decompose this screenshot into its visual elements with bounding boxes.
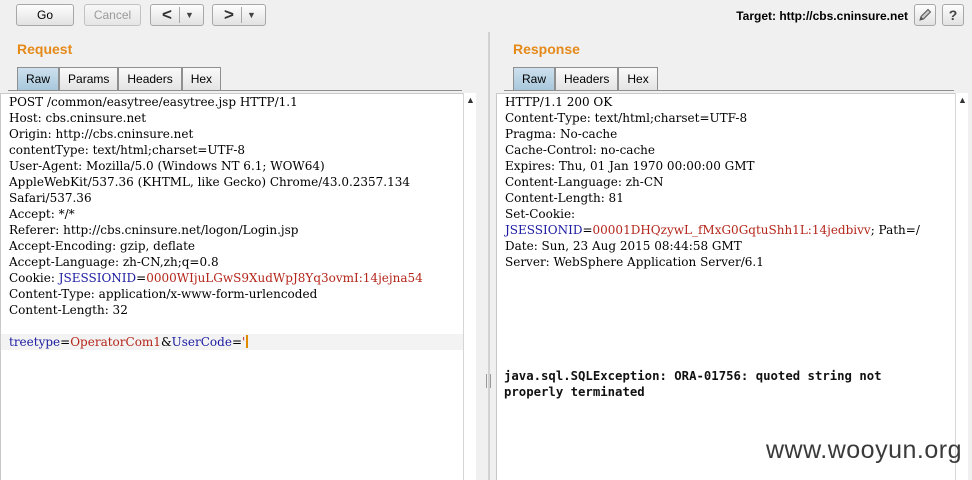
request-tab-params[interactable]: Params (59, 67, 119, 90)
forward-history-dropdown-icon[interactable]: ▼ (247, 10, 256, 20)
response-tab-raw[interactable]: Raw (513, 67, 556, 90)
param-key: treetype (9, 335, 61, 349)
response-editor[interactable]: HTTP/1.1 200 OK Content-Type: text/html;… (496, 93, 957, 480)
edit-target-button[interactable] (914, 4, 936, 26)
request-tab-raw[interactable]: Raw (17, 67, 60, 90)
cookie-value: 0000WIjuLGwS9XudWpJ8Yq3ovmI:14jejna54 (146, 271, 423, 285)
request-line: AppleWebKit/537.36 (KHTML, like Gecko) C… (9, 175, 411, 189)
request-scrollbar[interactable]: ▲ (463, 93, 476, 480)
response-scrollbar[interactable]: ▲ (955, 93, 968, 480)
error-line: java.sql.SQLException: ORA-01756: quoted… (504, 369, 882, 383)
splitter-grip-icon[interactable] (486, 374, 491, 388)
help-button[interactable]: ? (942, 4, 964, 26)
request-cookie-line: Cookie: JSESSIONID=0000WIjuLGwS9XudWpJ8Y… (1, 270, 465, 286)
request-line: Safari/537.36 (9, 191, 92, 205)
watermark: www.wooyun.org (766, 436, 962, 464)
response-line: Server: WebSphere Application Server/6.1 (505, 255, 764, 269)
go-button[interactable]: Go (16, 4, 74, 26)
cookie-value: 00001DHQzywL_fMxG0GqtuShh1L:14jedbivv (592, 223, 871, 237)
param-value: OperatorCom1 (70, 335, 161, 349)
param-separator: & (160, 335, 172, 349)
help-icon: ? (948, 7, 958, 23)
chevron-left-icon: < (162, 5, 172, 24)
request-line: Referer: http://cbs.cninsure.net/logon/L… (9, 223, 299, 237)
forward-button[interactable]: > ▼ (212, 4, 266, 26)
request-editor[interactable]: POST /common/easytree/easytree.jsp HTTP/… (0, 93, 465, 480)
request-line: Origin: http://cbs.cninsure.net (9, 127, 194, 141)
request-tabs: Raw Params Headers Hex (17, 67, 222, 90)
target-label: Target: http://cbs.cninsure.net (736, 9, 908, 23)
divider (8, 90, 462, 91)
request-title: Request (17, 41, 73, 57)
param-equals: = (231, 335, 242, 349)
back-history-dropdown-icon[interactable]: ▼ (185, 10, 194, 20)
param-key: UserCode (171, 335, 232, 349)
response-line: Set-Cookie: (505, 207, 576, 221)
divider (241, 7, 242, 23)
request-line: Content-Type: application/x-www-form-url… (9, 287, 318, 301)
response-line: Content-Length: 81 (505, 191, 624, 205)
request-line: Host: cbs.cninsure.net (9, 111, 147, 125)
response-cookie-line: JSESSIONID=00001DHQzywL_fMxG0GqtuShh1L:1… (497, 222, 957, 238)
request-tab-headers[interactable]: Headers (118, 67, 182, 90)
response-line: Expires: Thu, 01 Jan 1970 00:00:00 GMT (505, 159, 755, 173)
divider (488, 32, 490, 480)
cookie-header-name: Cookie: (9, 271, 59, 285)
response-line: Content-Language: zh-CN (505, 175, 664, 189)
toolbar: Go Cancel < ▼ > ▼ Target: http://cbs.cni… (0, 0, 972, 32)
pane-splitter[interactable] (480, 32, 494, 480)
request-line (1, 318, 465, 334)
request-line: Accept-Encoding: gzip, deflate (9, 239, 196, 253)
request-line: Accept: */* (9, 207, 75, 221)
chevron-right-icon: > (224, 5, 234, 24)
response-line: HTTP/1.1 200 OK (505, 95, 613, 109)
response-line: Cache-Control: no-cache (505, 143, 655, 157)
divider (179, 7, 180, 23)
response-line: Pragma: No-cache (505, 127, 618, 141)
response-text: HTTP/1.1 200 OK Content-Type: text/html;… (497, 94, 957, 270)
cookie-key: JSESSIONID (505, 223, 583, 237)
cookie-path: ; Path=/ (870, 223, 920, 237)
sql-error-message: java.sql.SQLException: ORA-01756: quoted… (504, 368, 882, 400)
cookie-key: JSESSIONID (58, 271, 137, 285)
request-line: Accept-Language: zh-CN,zh;q=0.8 (9, 255, 219, 269)
response-tabs: Raw Headers Hex (513, 67, 658, 90)
param-value: ' (242, 335, 246, 349)
response-line: Content-Type: text/html;charset=UTF-8 (505, 111, 748, 125)
scroll-up-icon[interactable]: ▲ (464, 95, 477, 105)
request-text: POST /common/easytree/easytree.jsp HTTP/… (1, 94, 465, 350)
request-line: POST /common/easytree/easytree.jsp HTTP/… (9, 95, 298, 109)
cookie-equals: = (136, 271, 147, 285)
response-tab-hex[interactable]: Hex (618, 67, 658, 90)
response-line: Date: Sun, 23 Aug 2015 08:44:58 GMT (505, 239, 742, 253)
request-line: User-Agent: Mozilla/5.0 (Windows NT 6.1;… (9, 159, 325, 173)
cancel-button[interactable]: Cancel (84, 4, 141, 26)
cookie-equals: = (582, 223, 593, 237)
divider (504, 90, 954, 91)
scroll-up-icon[interactable]: ▲ (956, 95, 969, 105)
pencil-icon (919, 8, 932, 21)
response-title: Response (513, 41, 580, 57)
error-line: properly terminated (504, 385, 645, 399)
response-tab-headers[interactable]: Headers (555, 67, 619, 90)
back-button[interactable]: < ▼ (150, 4, 204, 26)
request-line: Content-Length: 32 (9, 303, 128, 317)
request-tab-hex[interactable]: Hex (181, 67, 222, 90)
request-line: contentType: text/html;charset=UTF-8 (9, 143, 246, 157)
text-cursor (246, 335, 249, 348)
request-body-line[interactable]: treetype=OperatorCom1&UserCode=' (1, 334, 465, 350)
param-equals: = (60, 335, 71, 349)
